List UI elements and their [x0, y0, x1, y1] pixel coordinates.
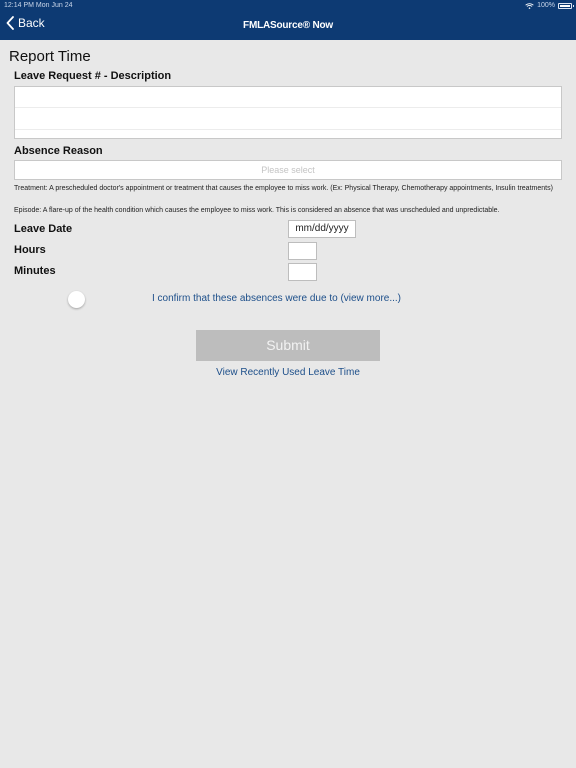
- leave-request-label: Leave Request # - Description: [14, 70, 172, 82]
- treatment-help-text: Treatment: A prescheduled doctor's appoi…: [14, 185, 553, 192]
- leave-request-field[interactable]: [14, 86, 562, 139]
- wifi-icon: [525, 2, 534, 9]
- field-divider: [15, 129, 561, 130]
- confirm-toggle[interactable]: [68, 291, 85, 308]
- battery-icon: [558, 2, 574, 9]
- hours-input[interactable]: [288, 242, 317, 260]
- leave-date-input[interactable]: mm/dd/yyyy: [288, 220, 356, 238]
- hours-label: Hours: [14, 244, 46, 256]
- page-title: Report Time: [9, 48, 91, 65]
- leave-date-label: Leave Date: [14, 223, 73, 235]
- absence-reason-label: Absence Reason: [14, 145, 103, 157]
- confirm-view-more-link[interactable]: I confirm that these absences were due t…: [152, 293, 401, 304]
- app-title: FMLASource® Now: [243, 20, 333, 31]
- minutes-input[interactable]: [288, 263, 317, 281]
- episode-help-text: Episode: A flare-up of the health condit…: [14, 207, 500, 214]
- absence-reason-select[interactable]: Please select: [14, 160, 562, 180]
- status-time: 12:14 PM Mon Jun 24: [4, 2, 73, 9]
- minutes-label: Minutes: [14, 265, 56, 277]
- submit-button[interactable]: Submit: [196, 330, 380, 361]
- battery-percent: 100%: [537, 2, 555, 9]
- status-indicators: 100%: [525, 2, 574, 9]
- nav-bar: 12:14 PM Mon Jun 24 100% Back FMLASource…: [0, 0, 576, 40]
- view-recent-leave-link[interactable]: View Recently Used Leave Time: [0, 367, 576, 378]
- field-divider: [15, 107, 561, 108]
- status-bar: 12:14 PM Mon Jun 24 100%: [0, 0, 576, 11]
